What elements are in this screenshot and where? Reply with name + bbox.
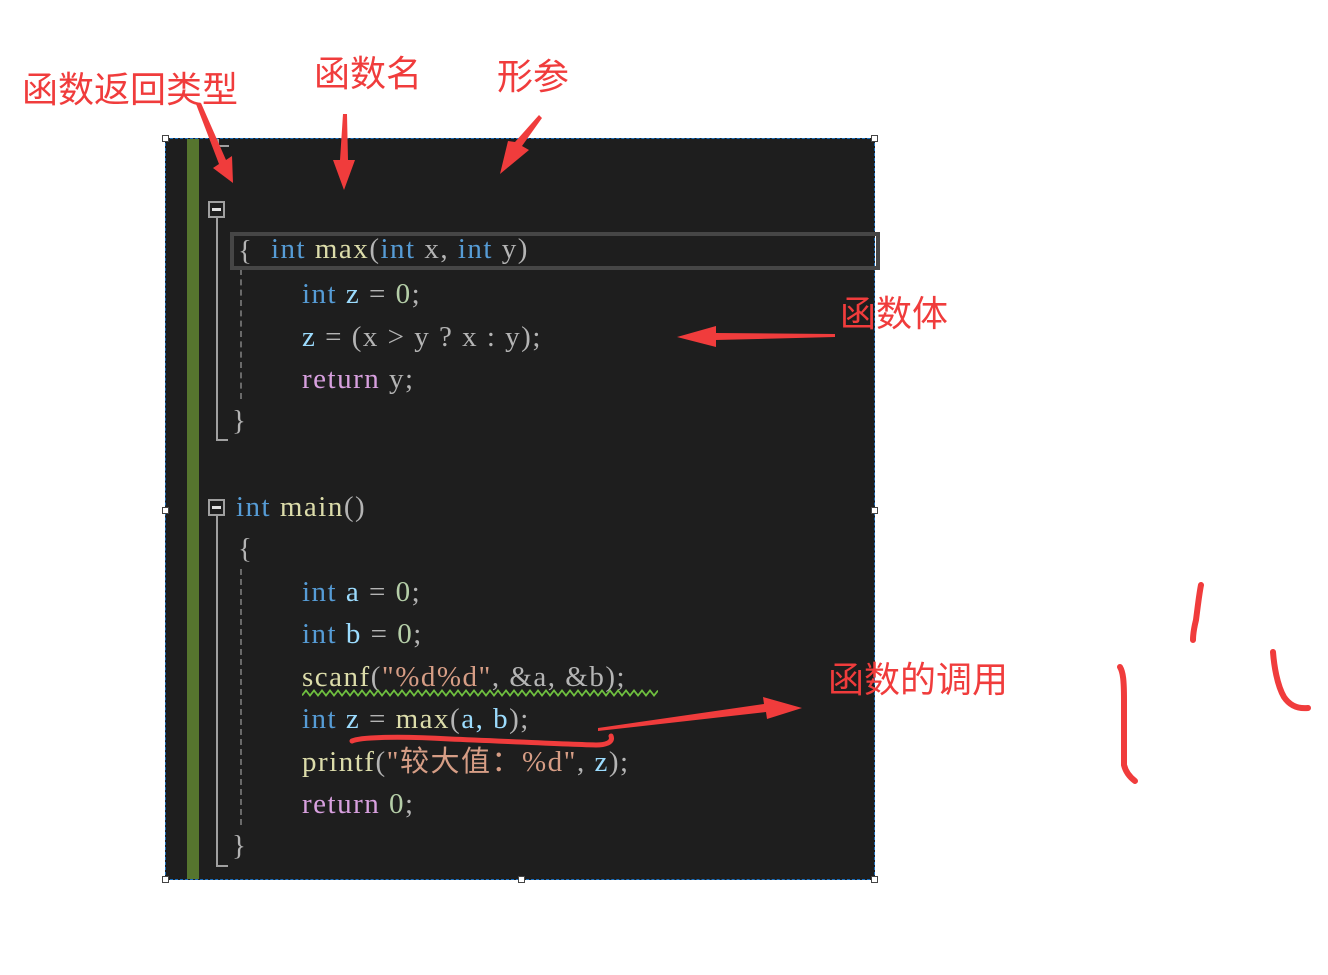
code-line-main-6[interactable]: return 0; [302,784,415,824]
label-function-call: 函数的调用 [828,660,1009,701]
label-parameters: 形参 [497,57,570,98]
code-line-main-close-brace[interactable]: } [232,826,247,866]
code-line-max-close-brace[interactable]: } [232,401,247,441]
code-line-max-open-brace[interactable]: { [238,231,253,271]
warning-squiggle[interactable] [302,689,658,697]
code-line-max-1[interactable]: int z = 0; [302,274,421,314]
change-tracking-bar [187,139,199,879]
code-line-main-4[interactable]: int z = max(a, b); [302,699,530,739]
return-type-keyword: int [271,233,307,265]
code-line-max-signature[interactable]: int max(int x, int y) [236,189,529,265]
code-line-main-open-brace[interactable]: { [238,529,253,569]
label-return-type: 函数返回类型 [22,70,239,111]
label-function-body: 函数体 [840,294,949,335]
code-line-main-signature[interactable]: int main() [236,487,366,527]
code-line-max-2[interactable]: z = (x > y ? x : y); [302,317,542,357]
code-line-main-5[interactable]: printf("较大值：%d", z); [302,742,630,782]
code-editor[interactable]: int max(int x, int y) { int z = 0; z = (… [162,135,880,883]
handwritten-stroke-3 [1270,649,1311,712]
handwritten-stroke-2 [1190,582,1204,643]
function-name: max [314,233,370,265]
code-line-max-3[interactable]: return y; [302,359,415,399]
collapse-max-icon[interactable] [208,201,225,218]
label-function-name: 函数名 [314,54,423,95]
code-line-main-2[interactable]: int b = 0; [302,614,423,654]
handwritten-stroke-1 [1117,664,1138,784]
code-line-main-1[interactable]: int a = 0; [302,572,421,612]
collapse-main-icon[interactable] [208,499,225,516]
